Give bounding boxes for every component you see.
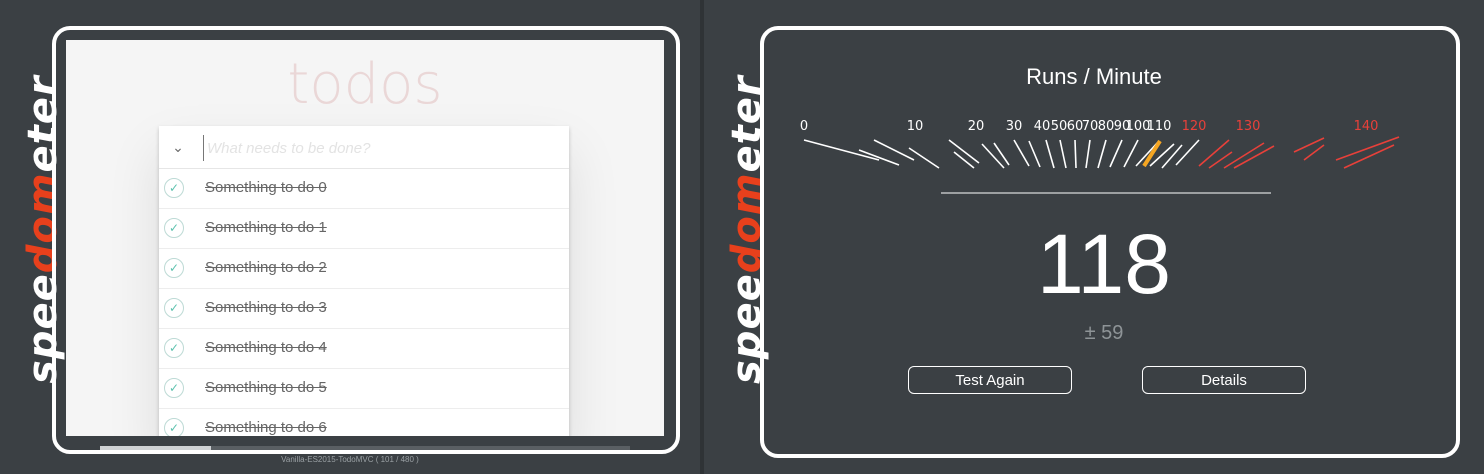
gauge-tick-label: 20: [968, 119, 985, 134]
progress-fill: [100, 446, 211, 450]
gauge-tick: [908, 147, 940, 169]
todo-card: ⌄ ✓ Something to do 0 ✓ Something to do 1 ✓ S…: [159, 126, 569, 436]
todo-item[interactable]: ✓ Something to do 3: [159, 289, 569, 329]
checkmark-icon[interactable]: ✓: [164, 378, 184, 398]
gauge-tick: [1198, 139, 1230, 167]
gauge: 0 10 20 30 40 50 6070 80 90100110 120 130 140: [800, 119, 1400, 194]
gauge-needle: [1142, 139, 1162, 168]
checkmark-icon[interactable]: ✓: [164, 258, 184, 278]
gauge-tick: [993, 142, 1010, 166]
todo-label: Something to do 1: [205, 219, 327, 236]
gauge-tick: [1074, 139, 1077, 169]
todo-item[interactable]: ✓ Something to do 1: [159, 209, 569, 249]
gauge-tick: [858, 149, 900, 166]
gauge-tick-label: 40: [1034, 119, 1051, 134]
gauge-tick: [803, 139, 880, 161]
gauge-tick: [1028, 140, 1041, 168]
gauge-tick-label: 30: [1006, 119, 1023, 134]
gauge-tick: [1303, 144, 1325, 161]
gauge-tick-label: 70: [1082, 119, 1099, 134]
gauge-tick: [953, 151, 975, 169]
gauge-tick: [1161, 144, 1183, 169]
score-error: ± 59: [1084, 322, 1124, 344]
gauge-tick-label: 120: [1182, 119, 1207, 134]
todo-label: Something to do 6: [205, 419, 327, 436]
gauge-tick-label: 80: [1098, 119, 1115, 134]
chevron-down-icon[interactable]: ⌄: [171, 140, 185, 154]
gauge-tick: [1045, 139, 1055, 169]
checkmark-icon[interactable]: ✓: [164, 418, 184, 436]
checkmark-icon[interactable]: ✓: [164, 298, 184, 318]
checkmark-icon[interactable]: ✓: [164, 178, 184, 198]
todo-label: Something to do 5: [205, 379, 327, 396]
checkmark-icon[interactable]: ✓: [164, 218, 184, 238]
gauge-tick: [1013, 139, 1030, 167]
gauge-tick-label: 140: [1354, 119, 1379, 134]
gauge-tick: [1059, 139, 1067, 169]
gauge-tick: [1175, 139, 1200, 166]
gauge-labels: 0 10 20 30 40 50 6070 80 90100110 120 130 140: [800, 119, 1379, 134]
gauge-tick-label: 130: [1236, 119, 1261, 134]
gauge-tick: [1109, 139, 1123, 168]
todo-list: ✓ Something to do 0 ✓ Something to do 1 ✓ Som…: [159, 169, 569, 436]
todo-header: ⌄: [159, 126, 569, 169]
details-button[interactable]: Details: [1142, 366, 1306, 394]
todo-label: Something to do 2: [205, 259, 327, 276]
gauge-tick: [1097, 139, 1107, 169]
gauge-tick: [981, 143, 1005, 169]
gauge-tick: [1085, 139, 1091, 169]
test-again-button[interactable]: Test Again: [908, 366, 1072, 394]
gauge-tick-label: 110: [1147, 119, 1172, 134]
gauge-tick-label: 50: [1051, 119, 1068, 134]
gauge-tick-label: 10: [907, 119, 924, 134]
gauge-ticks: [803, 136, 1400, 169]
gauge-tick: [873, 139, 915, 161]
todo-label: Something to do 0: [205, 179, 327, 196]
todo-label: Something to do 4: [205, 339, 327, 356]
test-iframe: todos ⌄ ✓ Something to do 0 ✓ Something to …: [66, 40, 664, 436]
todo-item[interactable]: ✓ Something to do 0: [159, 169, 569, 209]
new-todo-input[interactable]: [203, 135, 549, 161]
checkmark-icon[interactable]: ✓: [164, 338, 184, 358]
gauge-tick-label: 0: [800, 119, 808, 134]
status-text: Vanilla-ES2015-TodoMVC ( 101 / 480 ): [281, 455, 419, 464]
todo-item[interactable]: ✓ Something to do 6: [159, 409, 569, 436]
gauge-tick: [1123, 139, 1139, 168]
todo-item[interactable]: ✓ Something to do 5: [159, 369, 569, 409]
gauge-tick: [1293, 137, 1325, 153]
todo-item[interactable]: ✓ Something to do 2: [159, 249, 569, 289]
todo-label: Something to do 3: [205, 299, 327, 316]
todo-item[interactable]: ✓ Something to do 4: [159, 329, 569, 369]
todo-title: todos: [287, 52, 443, 117]
score-value: 118: [1037, 217, 1171, 311]
